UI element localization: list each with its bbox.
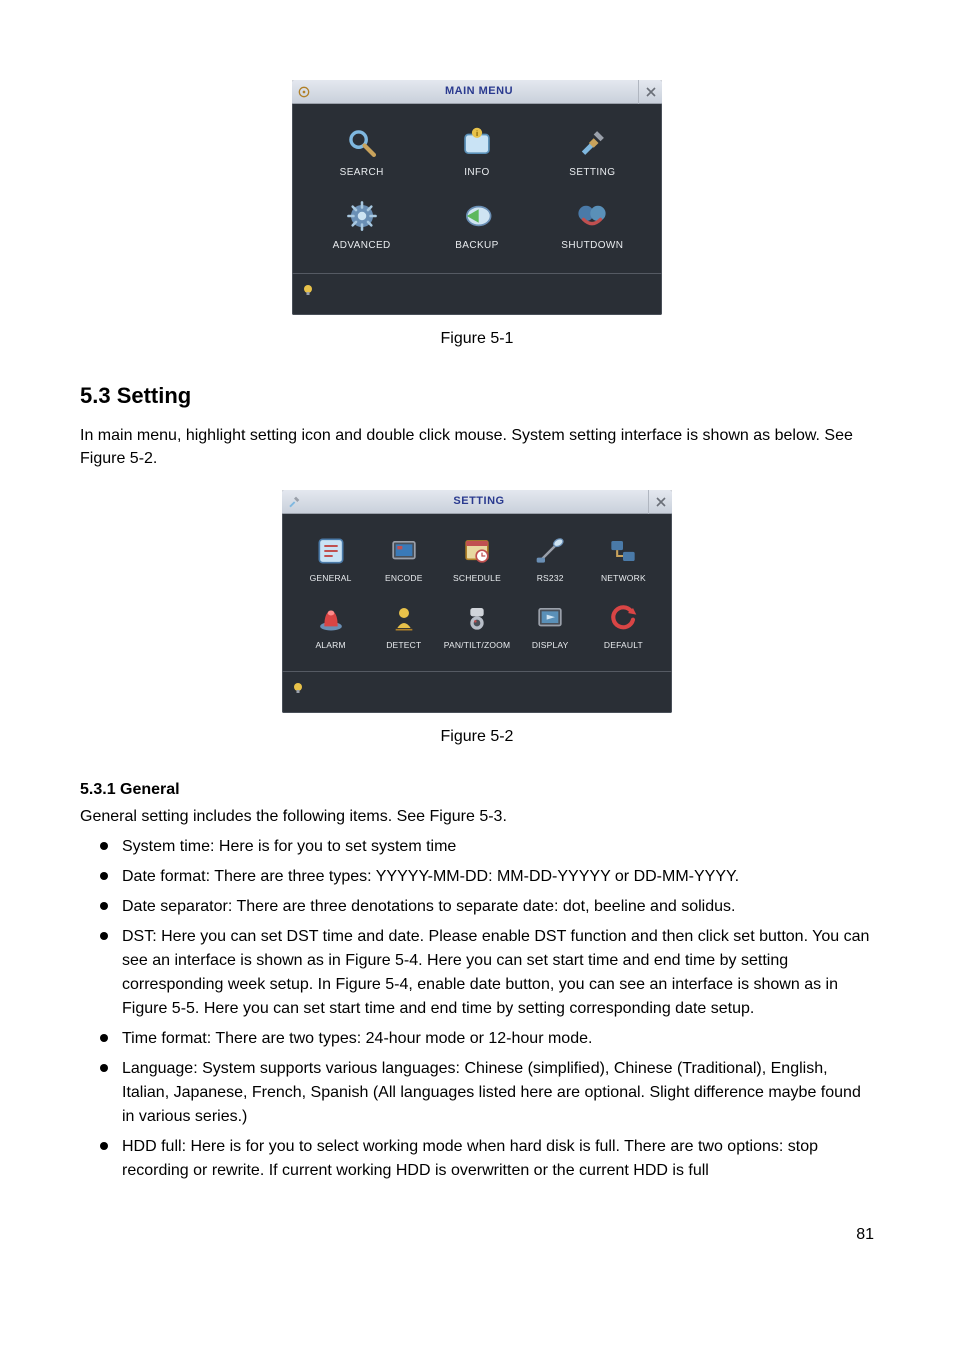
close-icon bbox=[656, 497, 666, 507]
alarm-icon bbox=[316, 603, 346, 633]
settings-item-general[interactable]: GENERAL bbox=[294, 532, 367, 588]
menu-label: ADVANCED bbox=[333, 239, 391, 254]
figure-caption: Figure 5-1 bbox=[80, 327, 874, 350]
settings-item-display[interactable]: DISPLAY bbox=[514, 599, 587, 655]
settings-item-schedule[interactable]: SCHEDULE bbox=[440, 532, 513, 588]
settings-item-encode[interactable]: ENCODE bbox=[367, 532, 440, 588]
settings-item-default[interactable]: DEFAULT bbox=[587, 599, 660, 655]
settings-item-alarm[interactable]: ALARM bbox=[294, 599, 367, 655]
subsection-intro: General setting includes the following i… bbox=[80, 805, 874, 828]
encode-icon bbox=[389, 536, 419, 566]
close-button[interactable] bbox=[648, 490, 672, 514]
setting-icon bbox=[575, 126, 609, 160]
menu-item-advanced[interactable]: ADVANCED bbox=[304, 195, 419, 258]
settings-item-network[interactable]: NETWORK bbox=[587, 532, 660, 588]
detect-icon bbox=[389, 603, 419, 633]
settings-grid: GENERAL ENCODE SCHEDULE RS232 NETWORK AL… bbox=[282, 514, 672, 665]
close-icon bbox=[646, 87, 656, 97]
menu-item-backup[interactable]: BACKUP bbox=[419, 195, 534, 258]
app-icon bbox=[292, 80, 316, 104]
list-item: Time format: There are two types: 24-hou… bbox=[100, 1027, 874, 1051]
section-heading: 5.3 Setting bbox=[80, 380, 874, 412]
list-item: Date format: There are three types: YYYY… bbox=[100, 865, 874, 889]
menu-label: BACKUP bbox=[455, 239, 499, 254]
schedule-icon bbox=[462, 536, 492, 566]
menu-label: INFO bbox=[464, 166, 490, 181]
menu-label: SETTING bbox=[569, 166, 615, 181]
info-icon: i bbox=[460, 126, 494, 160]
list-item: Language: System supports various langua… bbox=[100, 1057, 874, 1129]
settings-item-ptz[interactable]: PAN/TILT/ZOOM bbox=[440, 599, 513, 655]
default-icon bbox=[608, 603, 638, 633]
menu-label: RS232 bbox=[537, 572, 564, 584]
advanced-icon bbox=[345, 199, 379, 233]
menu-label: ENCODE bbox=[385, 572, 423, 584]
menu-item-shutdown[interactable]: SHUTDOWN bbox=[535, 195, 650, 258]
page-number: 81 bbox=[80, 1223, 874, 1246]
main-menu-window: MAIN MENU SEARCH i INFO SETTING ADVANCED… bbox=[292, 80, 662, 315]
close-button[interactable] bbox=[638, 80, 662, 104]
menu-item-search[interactable]: SEARCH bbox=[304, 122, 419, 185]
window-titlebar: SETTING bbox=[282, 490, 672, 514]
settings-item-rs232[interactable]: RS232 bbox=[514, 532, 587, 588]
svg-text:i: i bbox=[476, 129, 478, 138]
lightbulb-icon bbox=[302, 280, 314, 292]
menu-label: SCHEDULE bbox=[453, 572, 501, 584]
ptz-icon bbox=[462, 603, 492, 633]
menu-label: GENERAL bbox=[310, 572, 352, 584]
rs232-icon bbox=[535, 536, 565, 566]
shutdown-icon bbox=[575, 199, 609, 233]
settings-item-detect[interactable]: DETECT bbox=[367, 599, 440, 655]
list-item: System time: Here is for you to set syst… bbox=[100, 835, 874, 859]
menu-label: ALARM bbox=[315, 639, 345, 651]
list-item: HDD full: Here is for you to select work… bbox=[100, 1135, 874, 1183]
menu-label: PAN/TILT/ZOOM bbox=[444, 639, 511, 651]
menu-label: DISPLAY bbox=[532, 639, 569, 651]
menu-label: NETWORK bbox=[601, 572, 646, 584]
setting-window: SETTING GENERAL ENCODE SCHEDULE RS232 NE… bbox=[282, 490, 672, 713]
general-icon bbox=[316, 536, 346, 566]
menu-item-setting[interactable]: SETTING bbox=[535, 122, 650, 185]
menu-grid: SEARCH i INFO SETTING ADVANCED BACKUP SH… bbox=[292, 104, 662, 267]
menu-label: DETECT bbox=[386, 639, 421, 651]
menu-item-info[interactable]: i INFO bbox=[419, 122, 534, 185]
window-footer bbox=[282, 671, 672, 713]
bullet-list: System time: Here is for you to set syst… bbox=[80, 835, 874, 1183]
list-item: DST: Here you can set DST time and date.… bbox=[100, 925, 874, 1021]
network-icon bbox=[608, 536, 638, 566]
window-titlebar: MAIN MENU bbox=[292, 80, 662, 104]
section-intro: In main menu, highlight setting icon and… bbox=[80, 424, 874, 470]
subsection-heading: 5.3.1 General bbox=[80, 778, 874, 801]
menu-label: SEARCH bbox=[340, 166, 384, 181]
window-title: MAIN MENU bbox=[320, 84, 638, 100]
menu-label: DEFAULT bbox=[604, 639, 643, 651]
backup-icon bbox=[460, 199, 494, 233]
window-title: SETTING bbox=[310, 494, 648, 510]
list-item: Date separator: There are three denotati… bbox=[100, 895, 874, 919]
lightbulb-icon bbox=[292, 678, 304, 690]
window-footer bbox=[292, 273, 662, 315]
app-icon bbox=[282, 490, 306, 514]
menu-label: SHUTDOWN bbox=[561, 239, 623, 254]
figure-caption: Figure 5-2 bbox=[80, 725, 874, 748]
search-icon bbox=[345, 126, 379, 160]
display-icon bbox=[535, 603, 565, 633]
